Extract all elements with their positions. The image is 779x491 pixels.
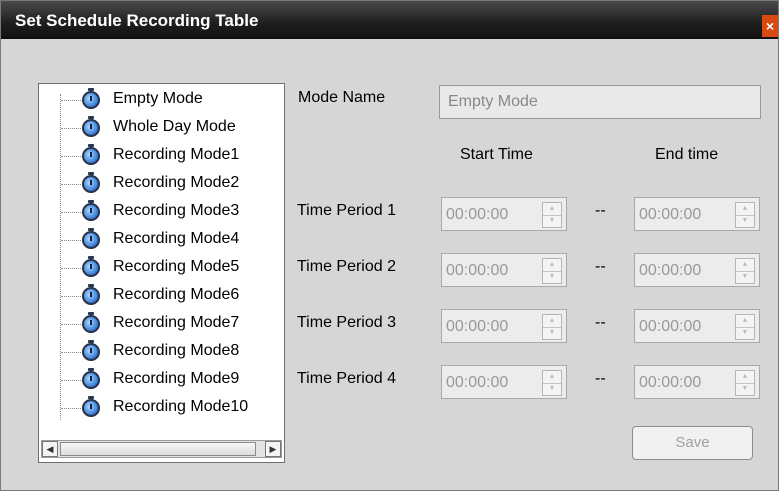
- clock-icon: [82, 200, 100, 221]
- time-spinner[interactable]: ▲ ▼: [735, 258, 755, 284]
- period-1-start-time[interactable]: 00:00:00 ▲ ▼: [441, 197, 567, 231]
- time-period-2-label: Time Period 2: [297, 258, 396, 275]
- scroll-thumb[interactable]: [60, 442, 256, 456]
- tree-item-label: Recording Mode7: [113, 314, 240, 331]
- clock-icon: [82, 284, 100, 305]
- start-time-header: Start Time: [460, 146, 533, 163]
- clock-icon: [82, 88, 100, 109]
- tree-item-label: Recording Mode10: [113, 398, 249, 415]
- clock-icon: [82, 396, 100, 417]
- tree-item-label: Whole Day Mode: [113, 118, 236, 135]
- clock-icon: [82, 228, 100, 249]
- spin-down-icon[interactable]: ▼: [736, 383, 754, 395]
- tree-item-label: Recording Mode2: [113, 174, 240, 191]
- dialog-title: Set Schedule Recording Table: [15, 11, 259, 30]
- save-button[interactable]: Save: [632, 426, 753, 460]
- period-4-end-time[interactable]: 00:00:00 ▲ ▼: [634, 365, 760, 399]
- mode-tree: Empty Mode Whole Day Mode Recording Mode…: [38, 83, 285, 463]
- tree-item-recording-mode10[interactable]: Recording Mode10: [39, 396, 284, 419]
- period-2-start-time[interactable]: 00:00:00 ▲ ▼: [441, 253, 567, 287]
- tree-item-label: Empty Mode: [113, 90, 203, 107]
- time-value: 00:00:00: [639, 262, 702, 279]
- period-4-start-time[interactable]: 00:00:00 ▲ ▼: [441, 365, 567, 399]
- clock-icon: [82, 340, 100, 361]
- tree-item-label: Recording Mode3: [113, 202, 240, 219]
- clock-icon: [82, 256, 100, 277]
- tree-item-label: Recording Mode5: [113, 258, 240, 275]
- tree-item-label: Recording Mode1: [113, 146, 240, 163]
- title-bar[interactable]: Set Schedule Recording Table ×: [1, 1, 778, 39]
- tree-item-recording-mode6[interactable]: Recording Mode6: [39, 284, 284, 307]
- tree-item-recording-mode5[interactable]: Recording Mode5: [39, 256, 284, 279]
- tree-item-recording-mode3[interactable]: Recording Mode3: [39, 200, 284, 223]
- mode-name-label: Mode Name: [298, 89, 386, 106]
- tree-item-label: Recording Mode8: [113, 342, 240, 359]
- scroll-right-icon[interactable]: ▶: [265, 441, 281, 457]
- time-value: 00:00:00: [446, 262, 509, 279]
- period-3-end-time[interactable]: 00:00:00 ▲ ▼: [634, 309, 760, 343]
- period-3-start-time[interactable]: 00:00:00 ▲ ▼: [441, 309, 567, 343]
- tree-item-label: Recording Mode4: [113, 230, 240, 247]
- spin-down-icon[interactable]: ▼: [736, 271, 754, 283]
- time-spinner[interactable]: ▲ ▼: [735, 370, 755, 396]
- scroll-left-icon[interactable]: ◀: [42, 441, 58, 457]
- clock-icon: [82, 144, 100, 165]
- tree-item-label: Recording Mode6: [113, 286, 240, 303]
- clock-icon: [82, 172, 100, 193]
- time-period-4-label: Time Period 4: [297, 370, 396, 387]
- tree-item-whole-day-mode[interactable]: Whole Day Mode: [39, 116, 284, 139]
- spin-down-icon[interactable]: ▼: [543, 215, 561, 227]
- period-2-end-time[interactable]: 00:00:00 ▲ ▼: [634, 253, 760, 287]
- tree-item-recording-mode1[interactable]: Recording Mode1: [39, 144, 284, 167]
- close-icon[interactable]: ×: [762, 15, 778, 37]
- period-separator: --: [595, 202, 606, 219]
- period-separator: --: [595, 314, 606, 331]
- tree-item-recording-mode8[interactable]: Recording Mode8: [39, 340, 284, 363]
- tree-item-recording-mode7[interactable]: Recording Mode7: [39, 312, 284, 335]
- horizontal-scrollbar[interactable]: ◀ ▶: [41, 440, 282, 458]
- time-spinner[interactable]: ▲ ▼: [542, 202, 562, 228]
- time-value: 00:00:00: [639, 206, 702, 223]
- period-separator: --: [595, 258, 606, 275]
- period-1-end-time[interactable]: 00:00:00 ▲ ▼: [634, 197, 760, 231]
- time-spinner[interactable]: ▲ ▼: [735, 202, 755, 228]
- tree-item-empty-mode[interactable]: Empty Mode: [39, 88, 284, 111]
- time-value: 00:00:00: [446, 374, 509, 391]
- time-value: 00:00:00: [446, 206, 509, 223]
- tree-item-recording-mode4[interactable]: Recording Mode4: [39, 228, 284, 251]
- spin-down-icon[interactable]: ▼: [543, 271, 561, 283]
- clock-icon: [82, 116, 100, 137]
- schedule-dialog: Set Schedule Recording Table × Empty Mod…: [0, 0, 779, 491]
- spin-down-icon[interactable]: ▼: [736, 327, 754, 339]
- clock-icon: [82, 368, 100, 389]
- tree-item-recording-mode9[interactable]: Recording Mode9: [39, 368, 284, 391]
- time-value: 00:00:00: [639, 374, 702, 391]
- time-value: 00:00:00: [446, 318, 509, 335]
- clock-icon: [82, 312, 100, 333]
- spin-down-icon[interactable]: ▼: [543, 327, 561, 339]
- spin-down-icon[interactable]: ▼: [736, 215, 754, 227]
- tree-item-recording-mode2[interactable]: Recording Mode2: [39, 172, 284, 195]
- mode-name-input[interactable]: Empty Mode: [439, 85, 761, 119]
- time-period-1-label: Time Period 1: [297, 202, 396, 219]
- time-spinner[interactable]: ▲ ▼: [542, 258, 562, 284]
- time-spinner[interactable]: ▲ ▼: [542, 314, 562, 340]
- time-spinner[interactable]: ▲ ▼: [735, 314, 755, 340]
- spin-down-icon[interactable]: ▼: [543, 383, 561, 395]
- end-time-header: End time: [655, 146, 719, 163]
- time-period-3-label: Time Period 3: [297, 314, 396, 331]
- time-value: 00:00:00: [639, 318, 702, 335]
- time-spinner[interactable]: ▲ ▼: [542, 370, 562, 396]
- period-separator: --: [595, 370, 606, 387]
- tree-item-label: Recording Mode9: [113, 370, 240, 387]
